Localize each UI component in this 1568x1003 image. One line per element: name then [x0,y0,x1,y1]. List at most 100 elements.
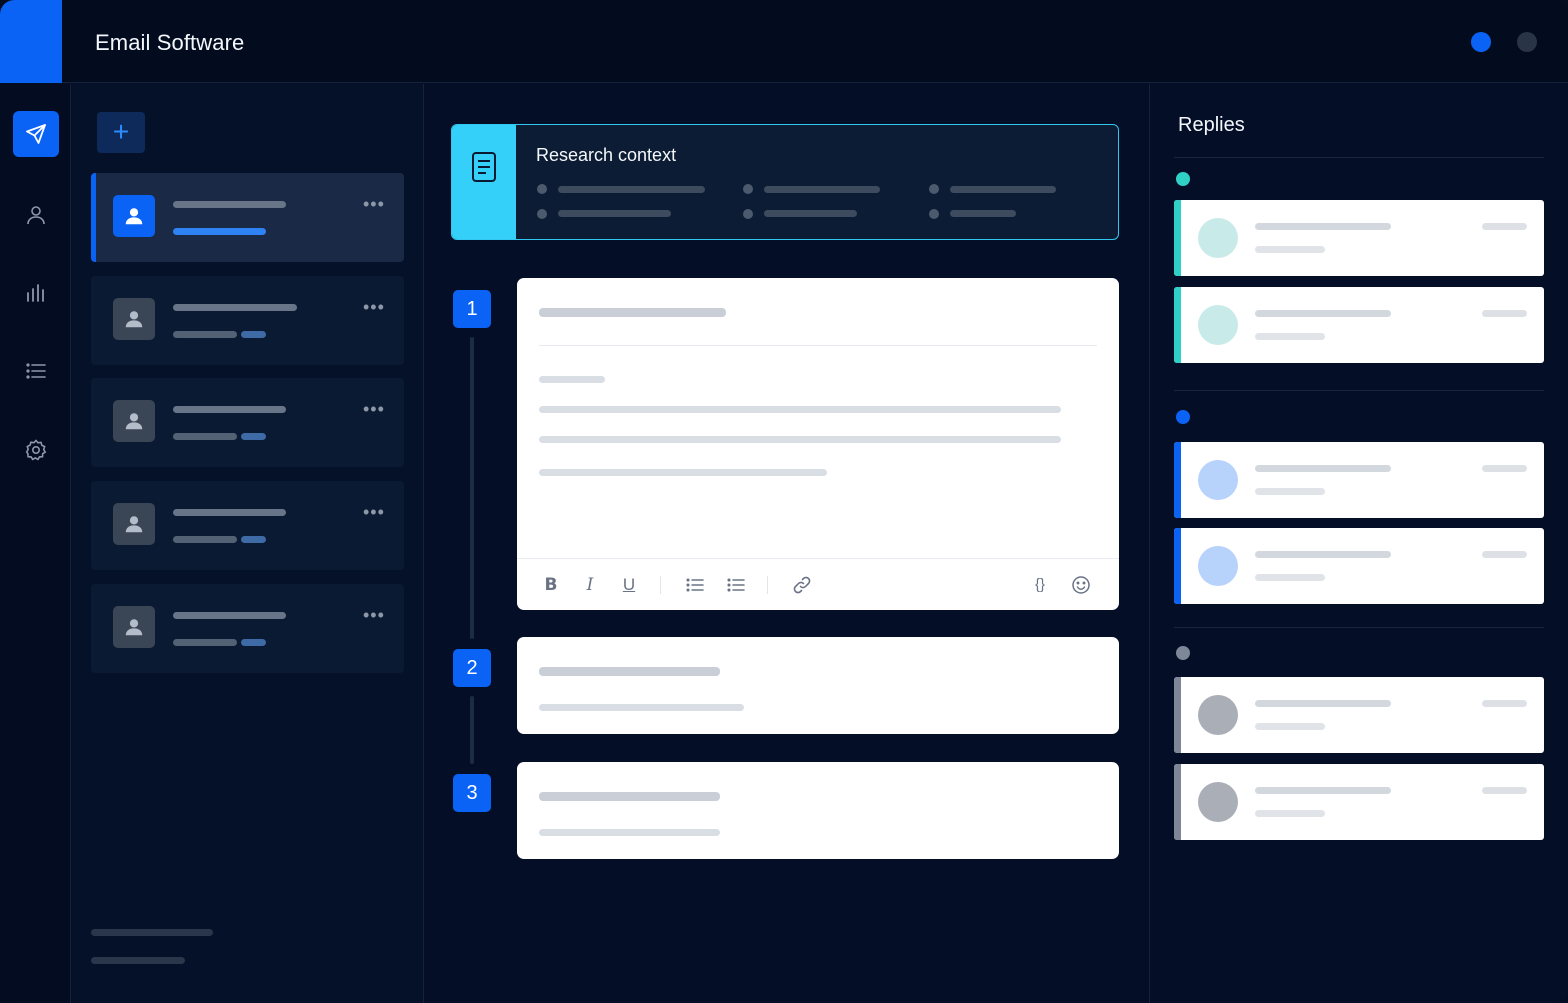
more-options-button[interactable]: ••• [363,195,385,213]
avatar [1198,695,1238,735]
more-options-button[interactable]: ••• [363,503,385,521]
title-bar: Email Software [0,0,1568,83]
sequence-item[interactable]: ••• [91,276,404,365]
user-icon [27,206,45,225]
bullet [537,209,547,219]
avatar [113,606,155,648]
reply-time-placeholder [1482,465,1527,472]
divider [1174,627,1544,628]
reply-accent [1174,764,1181,840]
sequence-item[interactable]: ••• [91,481,404,570]
bold-button[interactable]: B [539,573,563,597]
send-icon [26,124,46,144]
footer-placeholder [91,957,185,964]
sequence-progress-bar [173,639,237,646]
research-line [950,186,1056,193]
bulleted-list-button[interactable] [683,573,707,597]
nav-send[interactable] [13,111,59,157]
step-number-badge[interactable]: 1 [453,290,491,328]
sequence-progress-bar [173,536,237,543]
reply-time-placeholder [1482,223,1527,230]
gear-icon [25,439,47,461]
nav-analytics[interactable] [13,270,59,316]
avatar [113,195,155,237]
sequence-title-placeholder [173,304,297,311]
reply-sender-placeholder [1255,310,1391,317]
bullet [929,209,939,219]
step-email-card[interactable] [517,762,1119,859]
link-button[interactable] [790,573,814,597]
step-number-badge[interactable]: 3 [453,774,491,812]
window-control-blue[interactable] [1471,32,1491,52]
body-line-placeholder [539,469,827,476]
avatar [113,503,155,545]
numbered-list-icon [727,578,745,592]
window-control-grey[interactable] [1517,32,1537,52]
nav-contacts[interactable] [13,192,59,238]
reply-time-placeholder [1482,310,1527,317]
step-connector [470,337,474,639]
emoji-icon [1072,576,1090,594]
reply-item[interactable] [1174,200,1544,276]
person-icon [125,619,143,636]
sequence-item[interactable]: ••• [91,584,404,673]
step-email-card[interactable] [517,637,1119,734]
document-icon [472,152,496,182]
brand-logo [0,0,62,83]
step-number-badge[interactable]: 2 [453,649,491,687]
numbered-list-button[interactable] [724,573,748,597]
reply-item[interactable] [1174,764,1544,840]
sequence-progress-fill [241,639,266,646]
app-title: Email Software [95,30,245,55]
sequence-progress-fill [241,331,266,338]
subject-placeholder [539,308,726,317]
replies-title: Replies [1178,114,1245,136]
avatar [113,400,155,442]
bullet [537,184,547,194]
variables-button[interactable]: {} [1028,573,1052,597]
nav-lists[interactable] [13,348,59,394]
reply-accent [1174,200,1181,276]
more-options-button[interactable]: ••• [363,606,385,624]
footer-placeholder [91,929,213,936]
reply-item[interactable] [1174,442,1544,518]
divider [1174,390,1544,391]
toolbar-separator [660,576,661,594]
research-line [950,210,1016,217]
person-icon [125,516,143,533]
more-options-button[interactable]: ••• [363,298,385,316]
reply-time-placeholder [1482,787,1527,794]
research-context-card[interactable]: Research context [451,124,1119,240]
emoji-button[interactable] [1069,573,1093,597]
more-options-button[interactable]: ••• [363,400,385,418]
research-line [558,186,705,193]
nav-rail [0,84,71,1003]
reply-sender-placeholder [1255,787,1391,794]
sequence-title-placeholder [173,612,286,619]
nav-settings[interactable] [13,427,59,473]
status-dot-grey [1176,646,1190,660]
reply-item[interactable] [1174,528,1544,604]
italic-button[interactable]: I [578,573,602,597]
sequence-editor: Research context 1 B I U {} 2 3 [425,84,1148,1003]
avatar [113,298,155,340]
step-connector [470,696,474,764]
body-line-placeholder [539,376,605,383]
step-email-card[interactable]: B I U {} [517,278,1119,610]
bulleted-list-icon [686,578,704,592]
sequence-item[interactable]: ••• [91,378,404,467]
link-icon [793,576,811,594]
sequence-item[interactable]: ••• [91,173,404,262]
avatar [1198,218,1238,258]
reply-item[interactable] [1174,677,1544,753]
reply-sender-placeholder [1255,223,1391,230]
divider [1174,157,1544,158]
body-line-placeholder [539,704,744,711]
reply-sender-placeholder [1255,700,1391,707]
reply-item[interactable] [1174,287,1544,363]
bullet [743,184,753,194]
add-sequence-button[interactable]: + [97,112,145,153]
underline-button[interactable]: U [617,573,641,597]
reply-time-placeholder [1482,551,1527,558]
subject-placeholder [539,792,720,801]
